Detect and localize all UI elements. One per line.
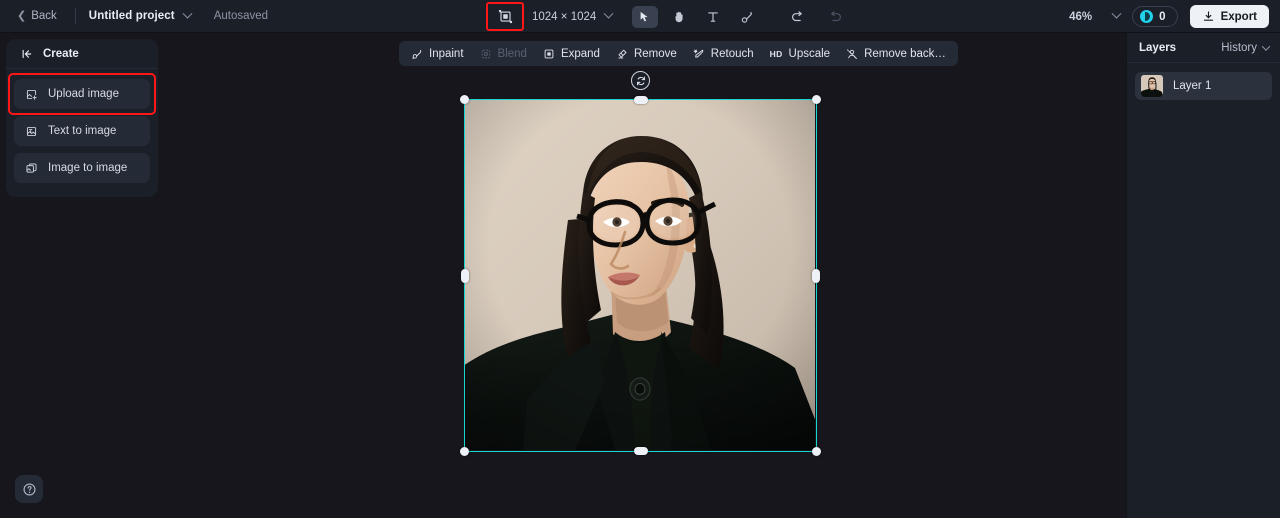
header-left-group: ❮ Back Untitled project Autosaved [0, 7, 268, 25]
resize-handle-bottom-center[interactable] [634, 447, 648, 455]
chevron-down-icon [1261, 41, 1271, 51]
portrait-photo [465, 100, 815, 450]
sidebar-item-label: Upload image [48, 88, 119, 100]
toolbar-item-label: Expand [560, 47, 600, 60]
help-button[interactable] [15, 475, 43, 503]
export-button-label: Export [1220, 10, 1257, 23]
zoom-level-label: 46% [1069, 10, 1093, 23]
zoom-chevron-down-icon[interactable] [1111, 8, 1122, 19]
canvas-size-chevron-down-icon[interactable] [603, 8, 614, 19]
pan-tool-button[interactable] [666, 6, 692, 28]
header-right-group: 46% 0 Export [1069, 0, 1269, 33]
inpaint-icon [412, 49, 422, 59]
resize-handle-middle-right[interactable] [812, 269, 820, 283]
toolbar-retouch-button[interactable]: Retouch [685, 43, 762, 64]
help-icon [22, 482, 36, 496]
toolbar-item-label: Inpaint [429, 47, 464, 60]
layer-name: Layer 1 [1173, 80, 1212, 92]
sidebar-item-upload-image[interactable]: Upload image [8, 73, 156, 115]
toolbar-item-label: Upscale [788, 47, 831, 60]
chevron-left-icon: ❮ [17, 9, 27, 22]
toolbar-expand-button[interactable]: Expand [535, 43, 608, 64]
image-selection-frame[interactable] [460, 95, 821, 456]
resize-handle-middle-left[interactable] [461, 269, 469, 283]
eraser-icon [618, 49, 627, 58]
layers-panel: Layers History Layer 1 [1126, 33, 1280, 518]
toolbar-remove-button[interactable]: Remove [608, 43, 685, 64]
credits-count: 0 [1159, 10, 1166, 23]
toolbar-item-label: Retouch [710, 47, 754, 60]
layer-thumbnail [1141, 75, 1163, 97]
app-root: ❮ Back Untitled project Autosaved 1024 ×… [0, 0, 1280, 518]
sidebar-item-text-to-image[interactable]: Text to image [14, 116, 150, 146]
select-tool-button[interactable] [632, 5, 659, 28]
retouch-icon [693, 48, 704, 57]
remove-background-icon [847, 49, 858, 59]
header-center-group: 1024 × 1024 [486, 0, 848, 33]
sidebar-items: Upload image Text to image Image to imag… [6, 69, 158, 193]
download-icon [1203, 11, 1213, 21]
toolbar-remove-background-button[interactable]: Remove back… [838, 43, 954, 64]
resize-handle-bottom-right[interactable] [812, 447, 821, 456]
project-name[interactable]: Untitled project [89, 10, 175, 22]
chevron-down-icon[interactable] [182, 8, 193, 19]
expand-icon [544, 49, 554, 58]
top-header: ❮ Back Untitled project Autosaved 1024 ×… [0, 0, 1280, 33]
blend-icon [481, 49, 490, 58]
canvas-action-toolbar: Inpaint Blend Expand Remove Retouch HD U… [399, 41, 958, 66]
sidebar-item-label: Text to image [48, 125, 117, 137]
resize-handle-bottom-left[interactable] [460, 447, 469, 456]
credit-coin-icon [1140, 10, 1154, 23]
sidebar-item-label: Image to image [48, 162, 128, 174]
autosaved-status: Autosaved [213, 10, 269, 22]
brush-tool-button[interactable] [734, 6, 760, 28]
layer-thumbnail-image [1141, 75, 1163, 97]
resize-handle-top-right[interactable] [812, 95, 821, 104]
resize-handle-top-center[interactable] [634, 96, 648, 104]
text-to-image-icon [26, 126, 37, 136]
back-button[interactable]: ❮ Back [12, 7, 62, 25]
history-tab[interactable]: History [1221, 41, 1271, 54]
canvas-size-button-wrapper [486, 2, 524, 31]
header-divider [74, 8, 76, 24]
toolbar-inpaint-button[interactable]: Inpaint [403, 43, 472, 64]
canvas-size-label: 1024 × 1024 [532, 10, 597, 23]
layers-panel-header: Layers History [1127, 33, 1280, 63]
create-sidebar: Create Upload image Text to image Image … [6, 39, 158, 197]
resize-handle-top-left[interactable] [460, 95, 469, 104]
collapse-panel-icon[interactable] [20, 47, 34, 61]
history-controls [784, 6, 848, 28]
text-tool-button[interactable] [700, 6, 726, 28]
toolbar-item-label: Blend [497, 47, 527, 60]
history-tab-label: History [1221, 41, 1257, 54]
sidebar-header: Create [6, 39, 158, 69]
rotate-icon [636, 76, 645, 85]
canvas-image[interactable] [465, 100, 816, 451]
tool-group [632, 5, 760, 28]
image-to-image-icon [26, 162, 37, 173]
sidebar-item-image-to-image[interactable]: Image to image [14, 153, 150, 183]
layer-list-item[interactable]: Layer 1 [1135, 72, 1272, 100]
credits-badge[interactable]: 0 [1132, 6, 1178, 27]
sidebar-title: Create [43, 47, 79, 60]
canvas-frame-button[interactable] [492, 6, 518, 28]
toolbar-item-label: Remove back… [864, 47, 946, 60]
layers-tab[interactable]: Layers [1139, 42, 1176, 54]
redo-button[interactable] [822, 6, 848, 28]
toolbar-upscale-button[interactable]: HD Upscale [762, 43, 838, 64]
undo-button[interactable] [784, 6, 810, 28]
hd-icon: HD [769, 48, 783, 59]
toolbar-blend-button: Blend [472, 43, 535, 64]
rotate-handle[interactable] [631, 71, 650, 90]
layer-list: Layer 1 [1127, 63, 1280, 109]
upload-image-icon [26, 89, 37, 100]
back-button-label: Back [31, 10, 57, 22]
export-button[interactable]: Export [1189, 5, 1269, 28]
toolbar-item-label: Remove [633, 47, 677, 60]
